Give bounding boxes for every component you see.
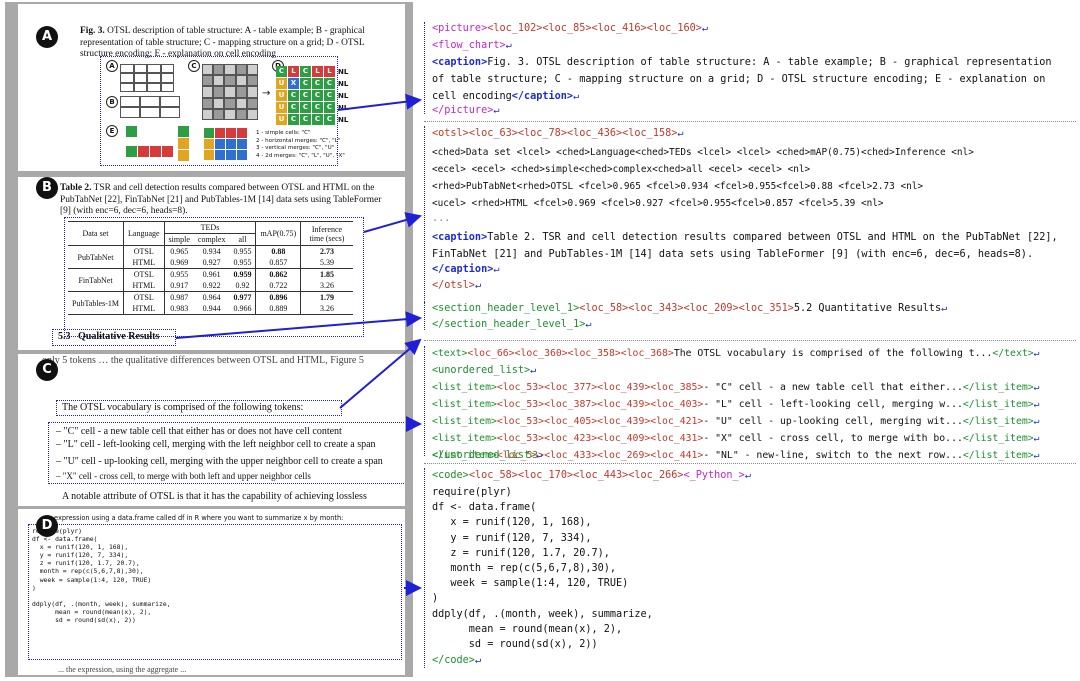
arrow-figure: [337, 93, 422, 111]
arrow-intro: [339, 338, 422, 409]
connector-arrows: [175, 93, 422, 596]
arrow-section: [175, 311, 422, 339]
arrow-table: [363, 212, 422, 233]
